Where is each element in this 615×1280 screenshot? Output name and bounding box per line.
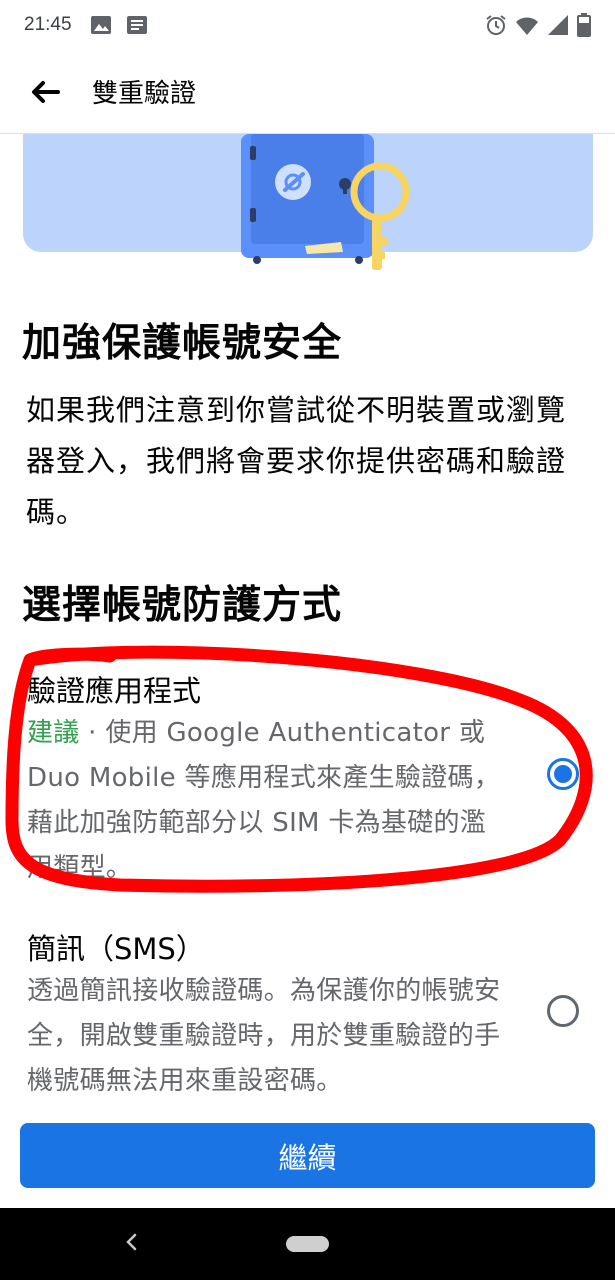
image-icon: [90, 16, 111, 34]
alarm-icon: [486, 15, 506, 35]
radio-authenticator-selected[interactable]: [547, 758, 579, 790]
message-icon: [126, 16, 147, 34]
security-description: 如果我們注意到你嘗試從不明裝置或瀏覽器登入，我們將會要求你提供密碼和驗證碼。: [26, 393, 567, 529]
option-description: 建議 · 使用 Google Authenticator 或 Duo Mobil…: [27, 711, 507, 891]
radio-sms-unselected[interactable]: [547, 995, 579, 1027]
option-title: 驗證應用程式: [27, 674, 202, 708]
system-navigation-bar: [0, 1208, 615, 1280]
continue-button[interactable]: 繼續: [20, 1123, 595, 1188]
wifi-icon: [516, 17, 538, 35]
battery-icon: [577, 13, 591, 37]
page-title: 雙重驗證: [92, 79, 197, 109]
back-button[interactable]: [0, 50, 90, 134]
status-system-icons: [485, 13, 591, 37]
signal-icon: [548, 15, 568, 35]
separator-dot: ·: [79, 718, 106, 748]
option-authenticator-app[interactable]: 驗證應用程式 建議 · 使用 Google Authenticator 或 Du…: [0, 660, 615, 890]
method-heading: 選擇帳號防護方式: [22, 583, 343, 628]
radio-dot: [554, 765, 572, 783]
chevron-left-icon[interactable]: [124, 1232, 146, 1256]
home-pill-icon[interactable]: [286, 1236, 329, 1252]
arrow-left-icon: [32, 80, 60, 103]
security-heading: 加強保護帳號安全: [22, 321, 343, 366]
option-description: 透過簡訊接收驗證碼。為保護你的帳號安全，開啟雙重驗證時，用於雙重驗證的手機號碼無…: [27, 976, 501, 1096]
hero-banner: [23, 134, 593, 270]
option-sms[interactable]: 簡訊（SMS） 透過簡訊接收驗證碼。為保護你的帳號安全，開啟雙重驗證時，用於雙重…: [0, 920, 615, 1110]
app-bar: 雙重驗證: [0, 50, 615, 134]
safe-and-key-illustration: [241, 134, 410, 270]
status-time: 21:45: [24, 14, 72, 35]
recommended-label: 建議: [27, 718, 80, 748]
status-bar: 21:45: [0, 0, 615, 50]
status-notification-icons: [90, 15, 148, 35]
option-title: 簡訊（SMS）: [27, 932, 205, 966]
